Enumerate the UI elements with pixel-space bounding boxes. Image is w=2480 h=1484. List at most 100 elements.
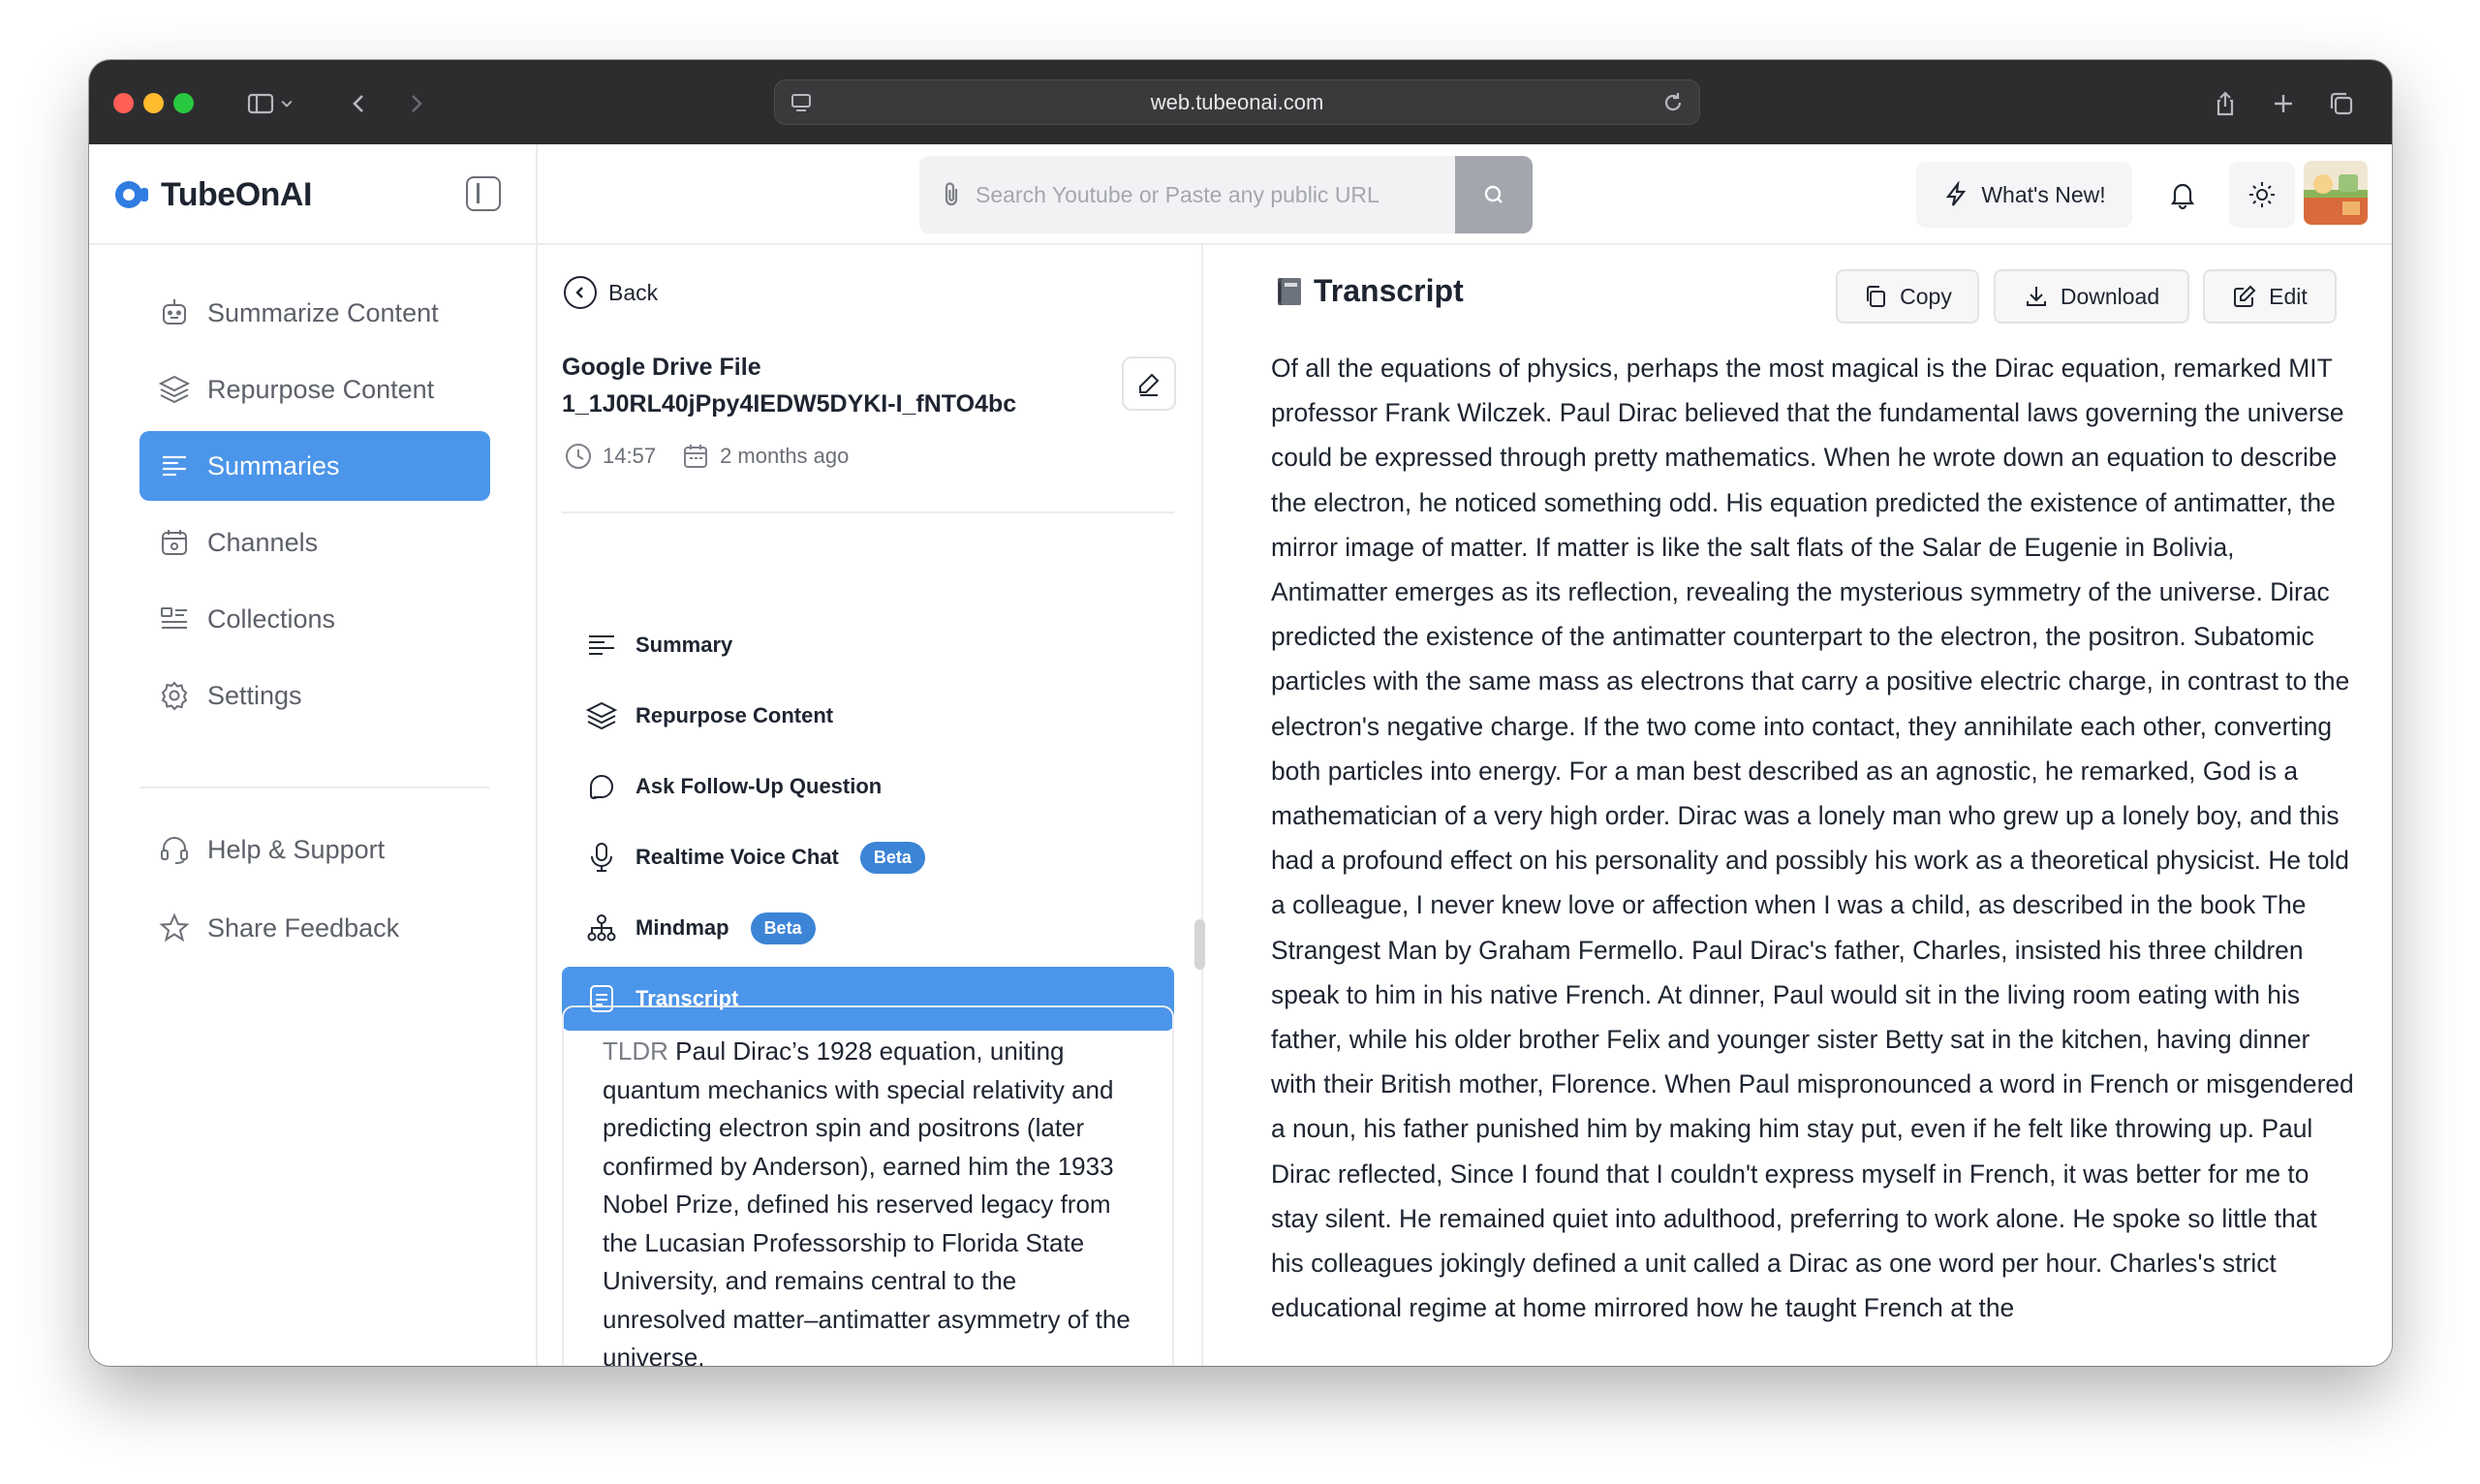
menu-item-label: Ask Follow-Up Question bbox=[636, 774, 883, 798]
search-bar bbox=[919, 156, 1533, 233]
download-icon bbox=[2026, 287, 2046, 306]
sidebar-separator bbox=[140, 787, 490, 788]
chat-icon bbox=[590, 775, 613, 800]
mindmap-icon bbox=[587, 914, 616, 942]
new-tab-icon[interactable] bbox=[2265, 85, 2302, 122]
logo[interactable]: TubeOnAI bbox=[112, 175, 312, 214]
sidebar-item-collections[interactable]: Collections bbox=[140, 584, 490, 654]
layers-icon bbox=[585, 701, 618, 730]
tldr-text: Paul Dirac’s 1928 equation, uniting quan… bbox=[603, 1036, 1131, 1366]
back-label: Back bbox=[608, 279, 659, 305]
sidebar-item-repurpose-content[interactable]: Repurpose Content bbox=[140, 355, 490, 424]
edit-title-button[interactable] bbox=[1122, 356, 1176, 411]
sidebar-item-label: Repurpose Content bbox=[207, 374, 435, 404]
sidebar-item-summarize-content[interactable]: Summarize Content bbox=[140, 278, 490, 348]
address-bar[interactable]: web.tubeonai.com bbox=[774, 79, 1700, 125]
lines-icon bbox=[163, 455, 186, 477]
menu-item-label: Mindmap bbox=[636, 915, 729, 940]
tab-overview-icon[interactable] bbox=[2323, 85, 2360, 122]
transcript-title: Transcript bbox=[1314, 273, 1464, 308]
sidebar-toggle-icon[interactable] bbox=[242, 85, 279, 122]
copy-button[interactable]: Copy bbox=[1836, 269, 1979, 324]
back-button[interactable]: Back bbox=[564, 276, 658, 309]
chevron-down-icon[interactable] bbox=[275, 85, 298, 122]
sidebar-item-share-feedback[interactable]: Share Feedback bbox=[140, 893, 490, 963]
transcript-text: Of all the equations of physics, perhaps… bbox=[1271, 354, 2354, 1323]
pencil-icon bbox=[1139, 373, 1160, 396]
headset-icon bbox=[161, 837, 188, 864]
maximize-window-button[interactable] bbox=[173, 93, 194, 113]
edit-button[interactable]: Edit bbox=[2203, 269, 2337, 324]
sidebar-item-label: Settings bbox=[207, 680, 302, 710]
collection-icon bbox=[161, 607, 187, 629]
share-icon[interactable] bbox=[2207, 85, 2244, 122]
beta-badge: Beta bbox=[750, 912, 816, 944]
menu-item-mindmap[interactable]: Mindmap Beta bbox=[562, 896, 1174, 960]
download-label: Download bbox=[2060, 283, 2160, 309]
bell-icon bbox=[2170, 183, 2195, 210]
menu-item-ask-follow-up[interactable]: Ask Follow-Up Question bbox=[562, 755, 1174, 819]
app-header: TubeOnAI What's New! bbox=[89, 144, 2392, 245]
tldr-label: TLDR bbox=[603, 1036, 668, 1066]
file-title: Google Drive File 1_1J0RL40jPpy4IEDW5DYK… bbox=[562, 349, 1104, 422]
sidebar-item-label: Channels bbox=[207, 527, 319, 557]
avatar[interactable] bbox=[2304, 161, 2368, 225]
browser-titlebar: web.tubeonai.com bbox=[89, 60, 2392, 144]
logo-icon bbox=[115, 181, 148, 208]
sidebar-item-label: Summaries bbox=[207, 450, 340, 480]
lightning-icon bbox=[1946, 181, 1967, 206]
clock-icon bbox=[566, 444, 591, 469]
sidebar-divider bbox=[536, 144, 538, 1366]
microphone-icon bbox=[591, 843, 612, 872]
sidebar-item-label: Share Feedback bbox=[207, 912, 400, 943]
file-title-line2: 1_1J0RL40jPpy4IEDW5DYKI-I_fNTO4bc bbox=[562, 390, 1017, 417]
sun-icon bbox=[2249, 182, 2275, 207]
menu-item-summary[interactable]: Summary bbox=[562, 613, 1174, 677]
paperclip-icon[interactable] bbox=[937, 179, 968, 210]
back-arrow-icon[interactable] bbox=[341, 85, 378, 122]
theme-toggle-button[interactable] bbox=[2229, 162, 2295, 228]
beta-badge: Beta bbox=[859, 841, 925, 874]
logo-text: TubeOnAI bbox=[161, 175, 312, 213]
calendar-icon bbox=[162, 530, 187, 555]
menu-item-label: Summary bbox=[636, 633, 733, 657]
notebook-icon bbox=[1278, 277, 1301, 305]
copy-icon bbox=[1867, 286, 1886, 307]
copy-label: Copy bbox=[1900, 283, 1952, 309]
calendar-icon bbox=[684, 445, 708, 468]
notifications-button[interactable] bbox=[2155, 168, 2210, 222]
page-settings-icon[interactable] bbox=[789, 90, 814, 115]
edit-icon bbox=[2234, 285, 2256, 307]
search-input[interactable] bbox=[919, 156, 1455, 233]
scrollbar[interactable] bbox=[1194, 919, 1205, 970]
sidebar-item-summaries[interactable]: Summaries bbox=[140, 431, 490, 501]
detail-separator bbox=[562, 511, 1174, 513]
edit-label: Edit bbox=[2269, 283, 2308, 309]
lines-icon bbox=[589, 635, 614, 655]
collapse-sidebar-icon[interactable] bbox=[466, 176, 501, 211]
search-icon bbox=[1484, 185, 1503, 203]
close-window-button[interactable] bbox=[113, 93, 134, 113]
sidebar-item-settings[interactable]: Settings bbox=[140, 661, 490, 730]
gear-icon bbox=[161, 681, 188, 711]
file-meta: 14:57 2 months ago bbox=[564, 442, 849, 471]
layers-icon bbox=[158, 375, 191, 404]
sidebar-item-channels[interactable]: Channels bbox=[140, 508, 490, 577]
menu-item-label: Realtime Voice Chat bbox=[636, 845, 839, 869]
search-button[interactable] bbox=[1455, 156, 1533, 233]
sidebar-item-label: Collections bbox=[207, 603, 336, 634]
star-icon bbox=[159, 912, 190, 943]
minimize-window-button[interactable] bbox=[143, 93, 164, 113]
sidebar-item-label: Help & Support bbox=[207, 834, 386, 864]
menu-item-realtime-voice-chat[interactable]: Realtime Voice Chat Beta bbox=[562, 825, 1174, 889]
menu-item-label: Repurpose Content bbox=[636, 703, 834, 727]
whats-new-button[interactable]: What's New! bbox=[1916, 162, 2132, 228]
robot-icon bbox=[163, 299, 186, 325]
forward-arrow-icon[interactable] bbox=[397, 85, 434, 122]
sidebar-item-help-support[interactable]: Help & Support bbox=[140, 815, 490, 884]
download-button[interactable]: Download bbox=[1994, 269, 2189, 324]
transcript-header: Transcript bbox=[1273, 273, 1464, 309]
reload-icon[interactable] bbox=[1660, 90, 1686, 115]
app-content: TubeOnAI What's New! bbox=[89, 144, 2392, 1366]
menu-item-repurpose-content[interactable]: Repurpose Content bbox=[562, 684, 1174, 748]
